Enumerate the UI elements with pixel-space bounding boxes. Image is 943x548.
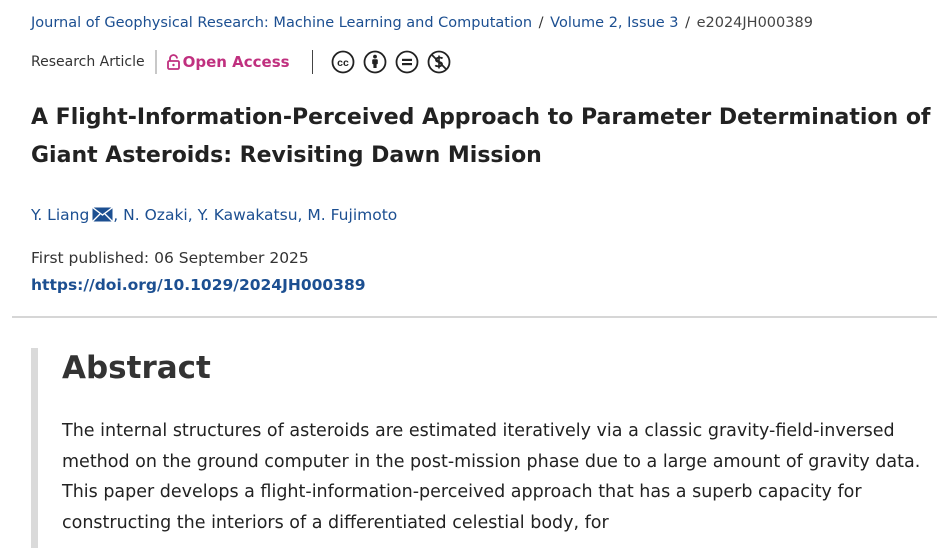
non-commercial-icon [427,50,451,74]
article-id: e2024JH000389 [696,15,813,31]
breadcrumb-separator: / [685,15,690,31]
breadcrumb-separator: / [538,15,544,31]
abstract-text: The internal structures of asteroids are… [62,421,921,533]
section-divider [12,316,937,318]
author-link[interactable]: M. Fujimoto [307,206,397,224]
author-separator: , [113,206,124,224]
license-icons[interactable]: cc [311,50,452,74]
abstract-heading: Abstract [62,350,211,386]
author-list: Y. Liang , N. Ozaki, Y. Kawakatsu, M. Fu… [31,206,397,224]
issue-link[interactable]: Volume 2, Issue 3 [550,15,678,31]
author-link[interactable]: Y. Liang [31,206,89,224]
article-type: Research Article [31,54,145,70]
open-access-badge[interactable]: Open Access [166,53,290,71]
creative-commons-icon: cc [331,50,355,74]
no-derivatives-icon [395,50,419,74]
journal-link[interactable]: Journal of Geophysical Research: Machine… [31,15,532,31]
author-separator: , [297,206,308,224]
publication-date: First published: 06 September 2025 [31,249,309,267]
doi-link[interactable]: https://doi.org/10.1029/2024JH000389 [31,276,366,294]
author-link[interactable]: Y. Kawakatsu [198,206,298,224]
author-link[interactable]: N. Ozaki [123,206,188,224]
abstract-section: Abstract The internal structures of aste… [31,348,943,548]
open-access-label: Open Access [182,53,290,71]
author-separator: , [187,206,198,224]
attribution-icon [363,50,387,74]
meta-divider [154,50,157,74]
cc-glyph: cc [337,57,349,69]
article-title: A Flight-Information-Perceived Approach … [31,105,931,168]
email-icon[interactable] [92,207,114,222]
breadcrumb: Journal of Geophysical Research: Machine… [31,15,813,31]
article-meta-row: Research Article Open Access cc [31,48,451,76]
license-divider [311,50,314,74]
unlock-icon [166,54,180,70]
